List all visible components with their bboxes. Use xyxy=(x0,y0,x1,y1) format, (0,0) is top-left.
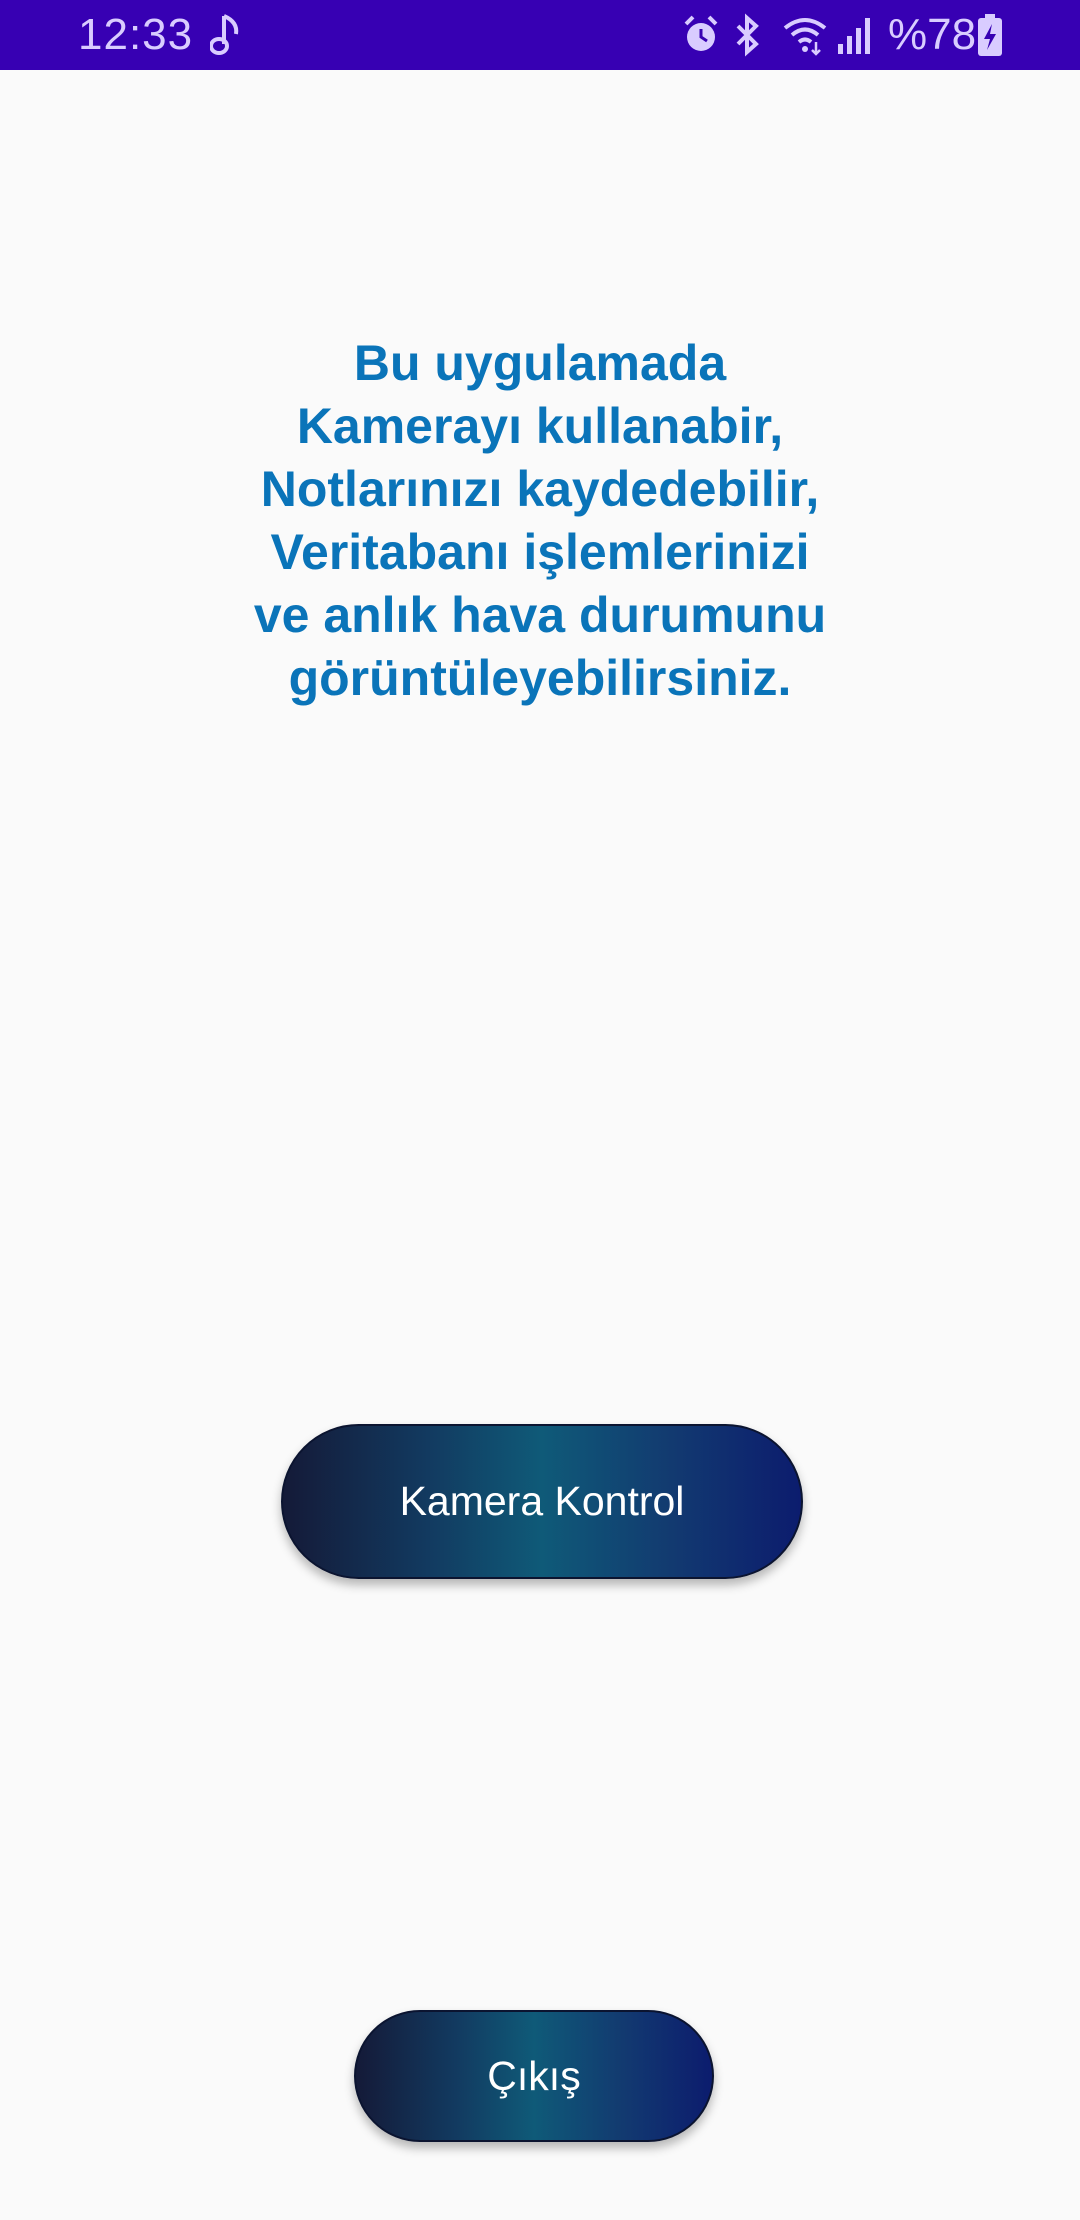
alarm-icon xyxy=(684,15,718,51)
camera-control-button[interactable]: Kamera Kontrol xyxy=(281,1424,803,1579)
wifi-icon xyxy=(783,18,827,56)
main-content: Bu uygulamada Kamerayı kullanabir, Notla… xyxy=(0,70,1080,2220)
battery-percentage: %78 xyxy=(888,10,977,59)
status-bar: 12:33 %78 xyxy=(0,0,1080,70)
bluetooth-icon xyxy=(736,13,759,57)
signal-icon xyxy=(838,18,870,54)
exit-button-label: Çıkış xyxy=(487,2052,581,2099)
info-text: Bu uygulamada Kamerayı kullanabir, Notla… xyxy=(253,335,827,706)
exit-button[interactable]: Çıkış xyxy=(354,2010,714,2142)
camera-control-button-label: Kamera Kontrol xyxy=(399,1478,685,1524)
music-note-icon xyxy=(210,14,239,55)
status-time: 12:33 xyxy=(78,10,194,59)
battery-charging-icon xyxy=(978,14,1002,56)
